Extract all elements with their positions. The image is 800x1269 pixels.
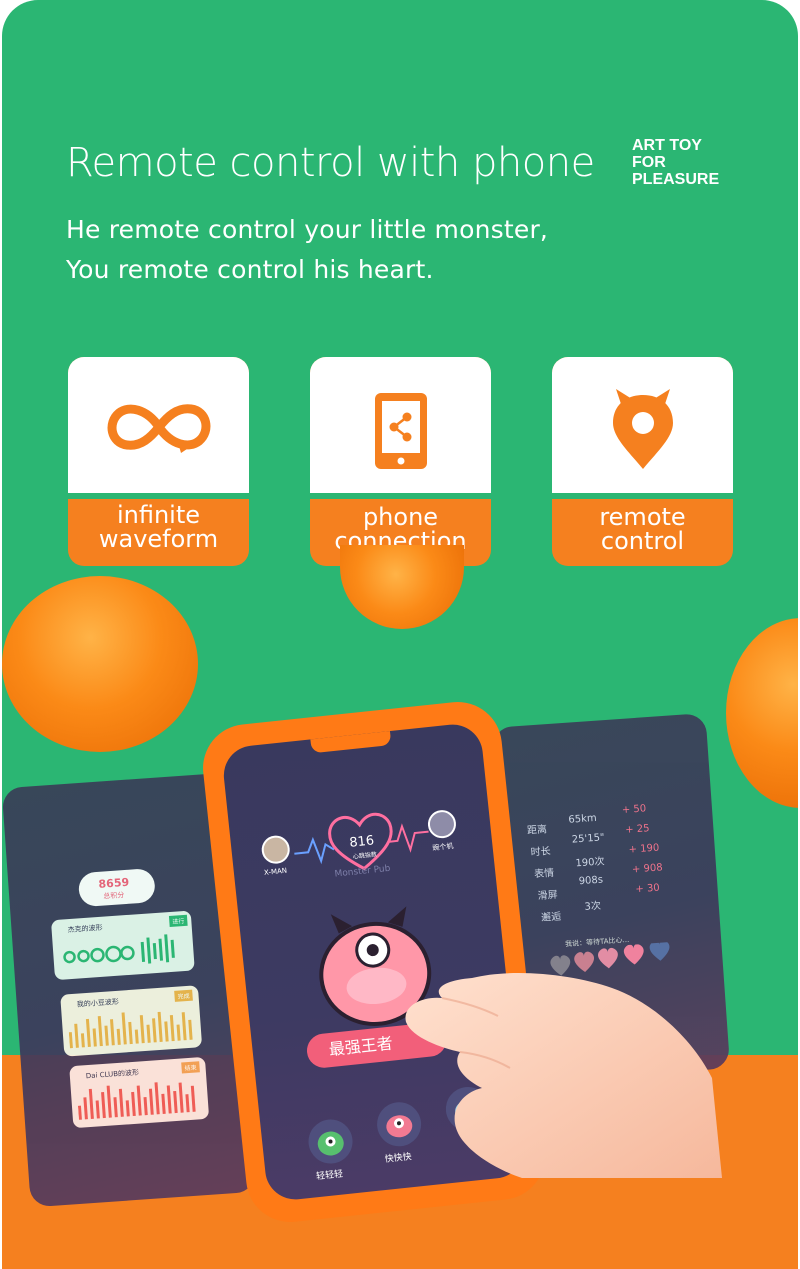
orange-ball — [726, 618, 798, 808]
brand-line-2: FOR — [632, 154, 666, 171]
avatar[interactable] — [260, 834, 292, 866]
page-title: Remote control with phone — [66, 140, 595, 186]
stat-value: 65km — [568, 812, 598, 826]
subtitle-line-2: You remote control his heart. — [66, 255, 434, 284]
subtitle: He remote control your little monster, Y… — [66, 210, 548, 290]
stat-delta: + 50 — [621, 803, 647, 817]
stat-value: 3次 — [584, 900, 602, 913]
stat-delta: + 25 — [624, 823, 650, 836]
score-value: 8659 — [98, 875, 130, 891]
promo-canvas: Remote control with phone ART TOY FOR PL… — [2, 0, 798, 1269]
stat-label: 滑屏 — [537, 889, 559, 903]
mode-label: 轻轻轻 — [315, 1169, 344, 1183]
feature-card-waveform: infinite waveform — [68, 357, 249, 566]
wave-card[interactable]: 杰克的波形 进行 — [50, 910, 195, 981]
feature-card-phone: phone connection — [310, 357, 491, 566]
stat-value: 190次 — [575, 856, 605, 870]
wave-card[interactable]: Dai CLUB的波形 结束 — [69, 1056, 210, 1129]
stat-label: 时长 — [530, 846, 551, 859]
infinity-icon — [101, 387, 217, 472]
stat-delta: + 190 — [628, 842, 660, 856]
score-caption: 总积分 — [103, 891, 125, 901]
phone-share-icon — [371, 391, 431, 476]
stat-value: 25'15" — [571, 832, 605, 846]
stat-label: 邂逅 — [540, 911, 562, 924]
stat-delta: + 908 — [631, 862, 664, 876]
brand-line-1: ART TOY — [632, 137, 702, 154]
subtitle-line-1: He remote control your little monster, — [66, 215, 549, 244]
heart-value: 816 — [348, 833, 375, 851]
wave-card[interactable]: 我的小豆波形 完成 — [60, 985, 203, 1057]
monster-pin-icon — [608, 385, 678, 476]
mode-button[interactable] — [306, 1117, 355, 1166]
brand-tagline: ART TOY FOR PLEASURE — [632, 137, 719, 188]
brand-line-3: PLEASURE — [632, 171, 720, 188]
feature-label: remote control — [599, 503, 686, 555]
orange-ball — [2, 576, 198, 752]
stat-label: 表情 — [533, 867, 555, 881]
avatar[interactable] — [426, 808, 458, 840]
feature-label: infinite waveform — [98, 501, 219, 553]
dino-icon — [317, 1131, 344, 1156]
feature-card-remote: remote control — [552, 357, 733, 566]
stat-value: 908s — [578, 874, 604, 888]
right-user-name: 豌个机 — [432, 842, 454, 853]
left-user-name: X-MAN — [263, 866, 288, 877]
hand-illustration — [405, 973, 722, 1178]
orange-ball — [340, 545, 464, 629]
stat-delta: + 30 — [635, 882, 661, 896]
stat-label: 距离 — [526, 824, 548, 837]
